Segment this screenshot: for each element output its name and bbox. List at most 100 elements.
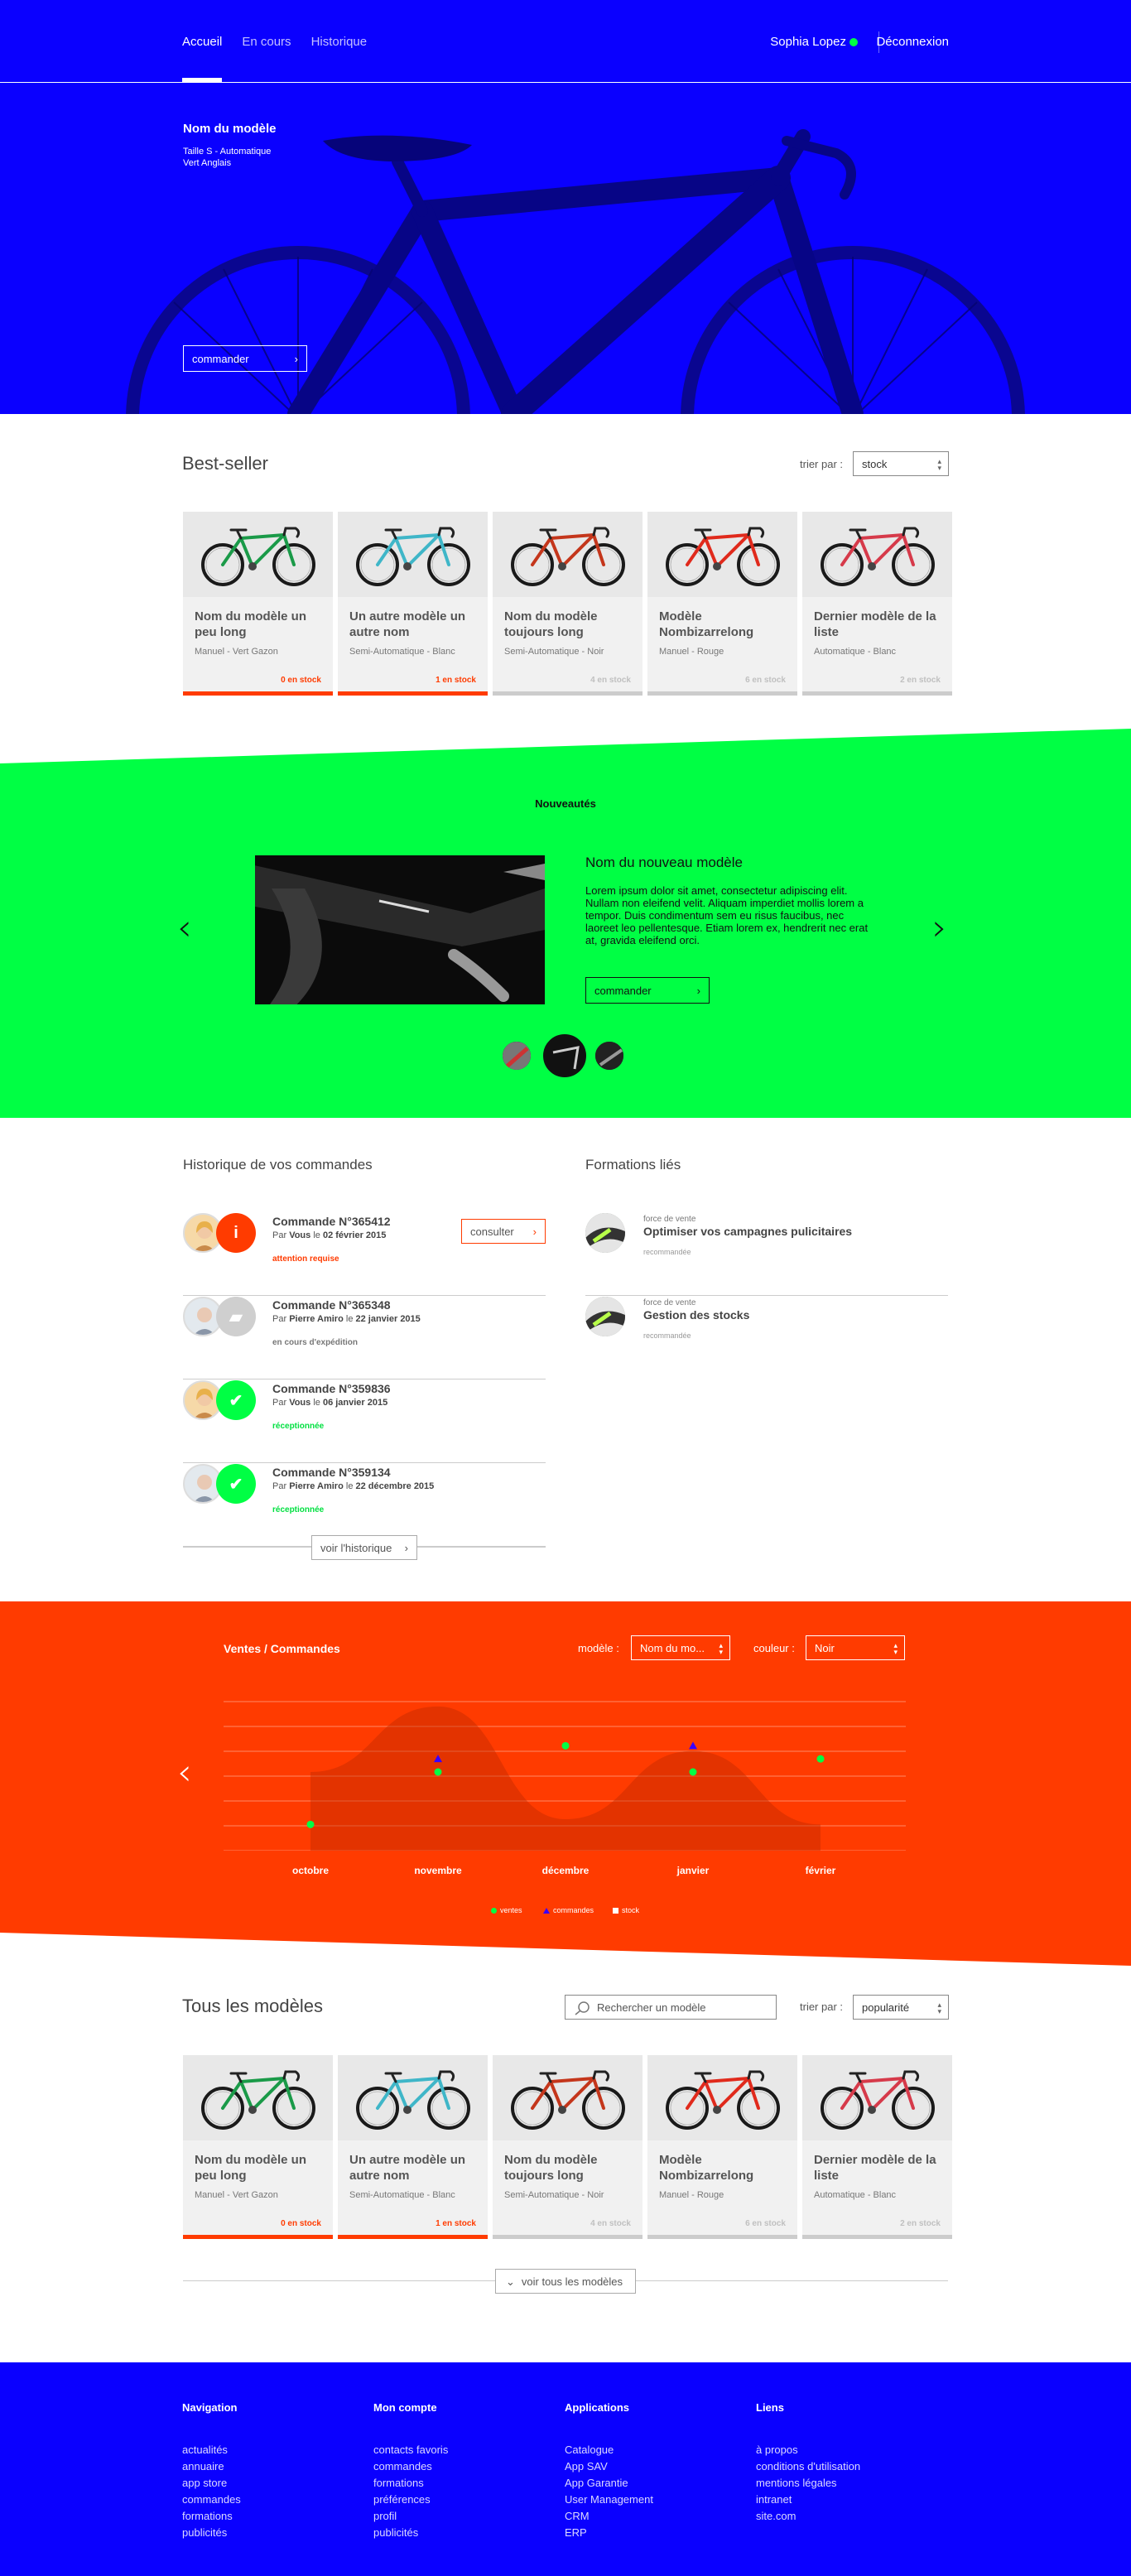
- sales-point[interactable]: [816, 1755, 825, 1763]
- footer-link[interactable]: site.com: [756, 2508, 860, 2525]
- carousel-thumb-3[interactable]: [594, 1040, 625, 1071]
- product-image: [802, 2055, 952, 2140]
- footer-link[interactable]: conditions d'utilisation: [756, 2458, 860, 2475]
- order-row[interactable]: ✔ Commande N°359836 Par Vous le 06 janvier…: [183, 1380, 546, 1463]
- order-author: Vous: [289, 1398, 311, 1408]
- all-models-title: Tous les modèles: [182, 1996, 323, 2016]
- carousel-next-icon[interactable]: ›: [932, 907, 947, 949]
- carousel-prev-icon[interactable]: ‹: [177, 907, 192, 949]
- chevron-down-icon: ⌄: [506, 2275, 515, 2288]
- sales-point[interactable]: [689, 1768, 697, 1776]
- order-row[interactable]: ▰ Commande N°365348 Par Pierre Amiro le 22…: [183, 1297, 546, 1379]
- bestseller-product-card[interactable]: Nom du modèle un peu long Manuel - Vert G…: [183, 512, 333, 696]
- sales-point[interactable]: [306, 1820, 315, 1828]
- training-thumbnail: [585, 1213, 625, 1253]
- sales-point[interactable]: [434, 1768, 442, 1776]
- footer-link[interactable]: App SAV: [565, 2458, 653, 2475]
- footer-link[interactable]: formations: [182, 2508, 241, 2525]
- catalog-product-card[interactable]: Nom du modèle un peu long Manuel - Vert G…: [183, 2055, 333, 2239]
- training-title: Optimiser vos campagnes pulicitaires: [643, 1225, 853, 1238]
- chevron-right-icon: ›: [294, 353, 298, 365]
- product-name: Nom du modèle toujours long: [504, 2153, 598, 2183]
- carousel-thumb-1[interactable]: [501, 1040, 532, 1071]
- model-filter-select[interactable]: Nom du mo... ▴ ▾: [631, 1635, 730, 1660]
- footer-link[interactable]: CRM: [565, 2508, 653, 2525]
- product-description: Manuel - Rouge: [659, 2190, 724, 2200]
- order-number: Commande N°365348: [272, 1298, 391, 1312]
- footer-link[interactable]: ERP: [565, 2525, 653, 2541]
- consult-label: consulter: [470, 1225, 514, 1238]
- logout-link[interactable]: Déconnexion: [876, 35, 949, 49]
- chart-x-tick-label: janvier: [676, 1865, 710, 1876]
- footer-link[interactable]: User Management: [565, 2492, 653, 2508]
- catalog-product-card[interactable]: Nom du modèle toujours long Semi-Automati…: [493, 2055, 643, 2239]
- hero-order-button[interactable]: commander ›: [183, 345, 307, 372]
- product-description: Semi-Automatique - Blanc: [349, 2190, 455, 2200]
- nav-link-home[interactable]: Accueil: [182, 35, 222, 49]
- bestseller-product-card[interactable]: Dernier modèle de la liste Automatique - …: [802, 512, 952, 696]
- footer-link[interactable]: publicités: [373, 2525, 448, 2541]
- chevron-right-icon: ›: [532, 1225, 537, 1238]
- stock-indicator-bar: [493, 691, 643, 696]
- all-models-sort-value: popularité: [862, 2001, 910, 2014]
- select-arrows-icon: ▴ ▾: [893, 1641, 898, 1656]
- catalog-product-card[interactable]: Modèle Nombizarrelong Manuel - Rouge 6 en …: [647, 2055, 797, 2239]
- sales-point[interactable]: [561, 1741, 570, 1750]
- footer-link[interactable]: profil: [373, 2508, 448, 2525]
- order-date-prefix: le: [345, 1481, 354, 1491]
- product-name: Nom du modèle un peu long: [195, 2153, 306, 2183]
- product-image: [338, 2055, 488, 2140]
- footer-link[interactable]: app store: [182, 2475, 241, 2492]
- consult-order-button[interactable]: consulter ›: [461, 1219, 546, 1244]
- footer-link[interactable]: publicités: [182, 2525, 241, 2541]
- model-search-input[interactable]: Rechercher un modèle: [565, 1995, 777, 2020]
- footer-link[interactable]: annuaire: [182, 2458, 241, 2475]
- catalog-product-card[interactable]: Dernier modèle de la liste Automatique - …: [802, 2055, 952, 2239]
- orders-point[interactable]: [689, 1741, 697, 1750]
- active-tab-indicator: [182, 78, 222, 82]
- footer-link[interactable]: commandes: [182, 2492, 241, 2508]
- nav-link-current[interactable]: En cours: [242, 35, 291, 49]
- nav-link-history[interactable]: Historique: [311, 35, 368, 49]
- footer-link[interactable]: formations: [373, 2475, 448, 2492]
- footer-link[interactable]: mentions légales: [756, 2475, 860, 2492]
- top-navigation: Accueil En cours Historique Sophia Lopez…: [0, 0, 1131, 83]
- catalog-product-card[interactable]: Un autre modèle un autre nom Semi-Automat…: [338, 2055, 488, 2239]
- select-arrows-icon: ▴ ▾: [937, 457, 941, 472]
- product-stock: 6 en stock: [745, 676, 786, 685]
- footer-link[interactable]: App Garantie: [565, 2475, 653, 2492]
- training-tag: recommandée: [643, 1248, 691, 1256]
- news-order-button[interactable]: commander ›: [585, 977, 710, 1004]
- view-all-models-button[interactable]: ⌄ voir tous les modèles: [495, 2269, 636, 2294]
- training-item[interactable]: force de vente Gestion des stocks recomman…: [585, 1297, 948, 1379]
- search-icon: [575, 2001, 590, 2015]
- view-history-button[interactable]: voir l'historique ›: [311, 1535, 417, 1560]
- legend-item: commandes: [543, 1906, 594, 1914]
- color-filter-select[interactable]: Noir ▴ ▾: [806, 1635, 905, 1660]
- bestseller-sort-select[interactable]: stock ▴ ▾: [853, 451, 949, 476]
- training-item[interactable]: force de vente Optimiser vos campagnes pu…: [585, 1213, 948, 1296]
- footer-link[interactable]: préférences: [373, 2492, 448, 2508]
- order-date: 22 janvier 2015: [355, 1314, 421, 1324]
- stock-indicator-bar: [338, 691, 488, 696]
- footer-link[interactable]: contacts favoris: [373, 2442, 448, 2458]
- all-models-sort-select[interactable]: popularité ▴ ▾: [853, 1995, 949, 2020]
- bestseller-product-card[interactable]: Un autre modèle un autre nom Semi-Automat…: [338, 512, 488, 696]
- product-name: Modèle Nombizarrelong: [659, 609, 754, 639]
- footer-link[interactable]: Catalogue: [565, 2442, 653, 2458]
- product-stock: 1 en stock: [436, 2219, 476, 2228]
- product-image: [183, 512, 333, 597]
- order-row[interactable]: ✔ Commande N°359134 Par Pierre Amiro le 22…: [183, 1464, 546, 1547]
- bestseller-product-card[interactable]: Nom du modèle toujours long Semi-Automati…: [493, 512, 643, 696]
- user-name[interactable]: Sophia Lopez: [770, 35, 846, 49]
- chart-prev-icon[interactable]: ‹: [177, 1751, 192, 1794]
- product-image: [338, 512, 488, 597]
- footer-link[interactable]: actualités: [182, 2442, 241, 2458]
- bestseller-product-card[interactable]: Modèle Nombizarrelong Manuel - Rouge 6 en …: [647, 512, 797, 696]
- footer-link[interactable]: intranet: [756, 2492, 860, 2508]
- footer-link[interactable]: commandes: [373, 2458, 448, 2475]
- order-status: réceptionnée: [272, 1505, 325, 1514]
- order-row[interactable]: i Commande N°365412 Par Vous le 02 février…: [183, 1213, 546, 1296]
- carousel-thumb-2-active[interactable]: [543, 1034, 586, 1077]
- footer-link[interactable]: à propos: [756, 2442, 860, 2458]
